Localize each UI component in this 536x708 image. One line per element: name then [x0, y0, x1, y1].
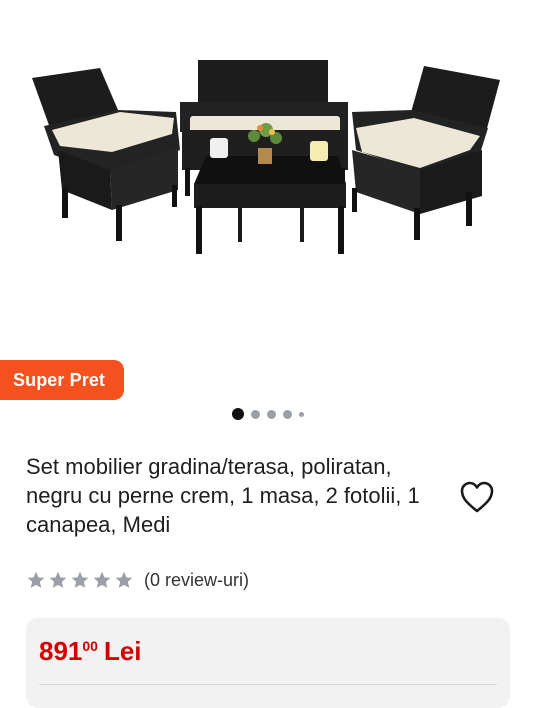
star-icon: [115, 571, 133, 588]
carousel-indicator[interactable]: [0, 407, 536, 421]
star-icon: [27, 571, 45, 588]
price-integer: 891: [39, 636, 83, 666]
price-currency: Lei: [103, 636, 142, 666]
carousel-dot[interactable]: [299, 411, 304, 417]
patio-furniture-photo: [32, 60, 500, 254]
carousel-dot[interactable]: [267, 409, 276, 419]
product-price: 891 00 Lei: [39, 636, 142, 667]
product-image[interactable]: [0, 0, 536, 350]
divider: [39, 684, 497, 685]
star-icon: [49, 571, 67, 588]
carousel-dot-active[interactable]: [232, 408, 244, 420]
right-armchair: [352, 66, 500, 240]
star-icon: [93, 571, 111, 588]
price-decimals: 00: [82, 638, 98, 654]
reviews-link[interactable]: (0 review-uri): [144, 570, 249, 591]
left-armchair: [32, 68, 180, 241]
carousel-dot[interactable]: [283, 409, 292, 419]
carousel-dot[interactable]: [251, 409, 260, 419]
price-card: 891 00 Lei: [26, 618, 510, 708]
favorite-button[interactable]: [459, 480, 495, 514]
rating-stars: [26, 570, 134, 590]
super-pret-badge: Super Pret: [0, 360, 124, 400]
product-title: Set mobilier gradina/terasa, poliratan, …: [26, 454, 420, 537]
heart-outline-icon: [460, 481, 494, 513]
star-icon: [71, 571, 89, 588]
product-rating[interactable]: (0 review-uri): [26, 568, 249, 592]
